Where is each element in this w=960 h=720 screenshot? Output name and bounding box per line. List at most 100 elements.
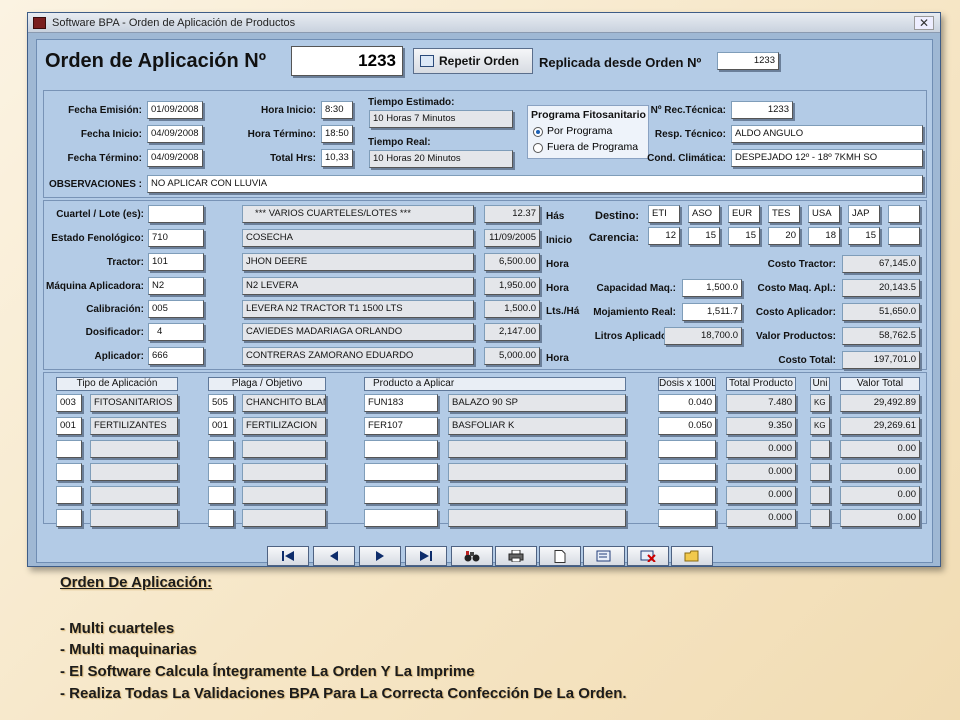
caption-title: Orden De Aplicación: — [60, 574, 212, 591]
app-window: Software BPA - Orden de Aplicación de Pr… — [27, 12, 941, 567]
plaga-code-field[interactable] — [208, 463, 234, 481]
close-icon[interactable]: ✕ — [914, 16, 934, 30]
fecha-inicio-field[interactable]: 04/09/2008 — [147, 125, 203, 143]
destino-field[interactable]: ASO — [688, 205, 720, 223]
last-icon — [420, 551, 432, 561]
plaga-code-field[interactable] — [208, 486, 234, 504]
delete-record-button[interactable] — [627, 546, 669, 566]
previous-record-button[interactable] — [313, 546, 355, 566]
tipo-code-field[interactable] — [56, 463, 82, 481]
edit-record-button[interactable] — [583, 546, 625, 566]
dosis-field[interactable] — [658, 440, 716, 458]
carencia-field[interactable]: 15 — [688, 227, 720, 245]
tractor-desc-field: JHON DEERE — [242, 253, 474, 271]
fuera-programa-radio[interactable] — [533, 143, 543, 153]
fecha-emision-field[interactable]: 01/09/2008 — [147, 101, 203, 119]
dosis-field[interactable]: 0.050 — [658, 417, 716, 435]
plaga-code-field[interactable]: 505 — [208, 394, 234, 412]
dosificador-num-field: 2,147.00 — [484, 323, 540, 341]
repeat-order-button[interactable]: Repetir Orden — [413, 48, 533, 74]
plaga-desc-field — [242, 440, 326, 458]
total-hrs-field[interactable]: 10,33 — [321, 149, 353, 167]
carencia-field[interactable]: 12 — [648, 227, 680, 245]
product-code-field[interactable]: FER107 — [364, 417, 438, 435]
product-code-field[interactable] — [364, 463, 438, 481]
fecha-termino-field[interactable]: 04/09/2008 — [147, 149, 203, 167]
product-code-field[interactable] — [364, 486, 438, 504]
open-folder-button[interactable] — [671, 546, 713, 566]
carencia-field[interactable]: 20 — [768, 227, 800, 245]
maquina-code-field[interactable]: N2 — [148, 277, 204, 295]
find-record-button[interactable] — [451, 546, 493, 566]
cond-climatica-field[interactable]: DESPEJADO 12º - 18º 7KMH SO — [731, 149, 923, 167]
cuartel-code-field[interactable] — [148, 205, 204, 223]
last-record-button[interactable] — [405, 546, 447, 566]
calibracion-code-field[interactable]: 005 — [148, 300, 204, 318]
plaga-code-field[interactable] — [208, 440, 234, 458]
carencia-field[interactable]: 15 — [848, 227, 880, 245]
dosificador-code-field[interactable]: 4 — [148, 323, 204, 341]
por-programa-radio[interactable] — [533, 127, 543, 137]
replicated-order-field[interactable]: 1233 — [717, 52, 779, 70]
valor-total-field: 0.00 — [840, 463, 920, 481]
dosis-field[interactable]: 0.040 — [658, 394, 716, 412]
tipo-code-field[interactable] — [56, 486, 82, 504]
aplicador-code-field[interactable]: 666 — [148, 347, 204, 365]
product-desc-field — [448, 509, 626, 527]
resp-tecnico-label: Resp. Técnico: — [654, 129, 726, 140]
header-valor-total: Valor Total — [840, 377, 920, 391]
dosis-field[interactable] — [658, 463, 716, 481]
tipo-code-field[interactable]: 003 — [56, 394, 82, 412]
hora-termino-field[interactable]: 18:50 — [321, 125, 353, 143]
tipo-code-field[interactable] — [56, 440, 82, 458]
destino-field[interactable]: JAP — [848, 205, 880, 223]
product-desc-field — [448, 440, 626, 458]
carencia-field[interactable] — [888, 227, 920, 245]
total-product-field: 7.480 — [726, 394, 796, 412]
plaga-code-field[interactable]: 001 — [208, 417, 234, 435]
destino-field[interactable]: USA — [808, 205, 840, 223]
order-number-field[interactable]: 1233 — [291, 46, 403, 76]
fecha-inicio-label: Fecha Inicio: — [80, 129, 142, 140]
destino-field[interactable]: ETI — [648, 205, 680, 223]
carencia-field[interactable]: 15 — [728, 227, 760, 245]
next-icon — [376, 551, 384, 561]
tipo-code-field[interactable] — [56, 509, 82, 527]
resp-tecnico-field[interactable]: ALDO ANGULO — [731, 125, 923, 143]
observaciones-field[interactable]: NO APLICAR CON LLUVIA — [147, 175, 923, 193]
calibracion-num-field: 1,500.0 — [484, 300, 540, 318]
mojamiento-field[interactable]: 1,511.7 — [682, 303, 742, 321]
estado-code-field[interactable]: 710 — [148, 229, 204, 247]
tractor-code-field[interactable]: 101 — [148, 253, 204, 271]
new-record-button[interactable] — [539, 546, 581, 566]
product-code-field[interactable] — [364, 440, 438, 458]
rec-tecnica-field[interactable]: 1233 — [731, 101, 793, 119]
first-record-button[interactable] — [267, 546, 309, 566]
estado-unit: Inicio — [546, 235, 573, 246]
por-programa-label: Por Programa — [547, 125, 613, 137]
capacidad-maq-label: Capacidad Maq.: — [596, 283, 676, 294]
next-record-button[interactable] — [359, 546, 401, 566]
mojamiento-label: Mojamiento Real: — [593, 307, 676, 318]
tiempo-real-label: Tiempo Real: — [368, 137, 431, 148]
costo-total-label: Costo Total: — [778, 355, 836, 366]
hora-inicio-field[interactable]: 8:30 — [321, 101, 353, 119]
tipo-desc-field — [90, 509, 178, 527]
product-code-field[interactable] — [364, 509, 438, 527]
destino-field[interactable]: TES — [768, 205, 800, 223]
dosis-field[interactable] — [658, 509, 716, 527]
tipo-code-field[interactable]: 001 — [56, 417, 82, 435]
tipo-desc-field: FITOSANITARIOS — [90, 394, 178, 412]
capacidad-maq-field[interactable]: 1,500.0 — [682, 279, 742, 297]
destino-field[interactable]: EUR — [728, 205, 760, 223]
litros-label: Litros Aplicados: — [594, 331, 676, 342]
hora-termino-label: Hora Término: — [247, 129, 316, 140]
dosis-field[interactable] — [658, 486, 716, 504]
destino-field[interactable] — [888, 205, 920, 223]
plaga-code-field[interactable] — [208, 509, 234, 527]
header-uni: Uni — [810, 377, 830, 391]
product-code-field[interactable]: FUN183 — [364, 394, 438, 412]
carencia-field[interactable]: 18 — [808, 227, 840, 245]
cuartel-desc-field: *** VARIOS CUARTELES/LOTES *** — [242, 205, 474, 223]
print-button[interactable] — [495, 546, 537, 566]
